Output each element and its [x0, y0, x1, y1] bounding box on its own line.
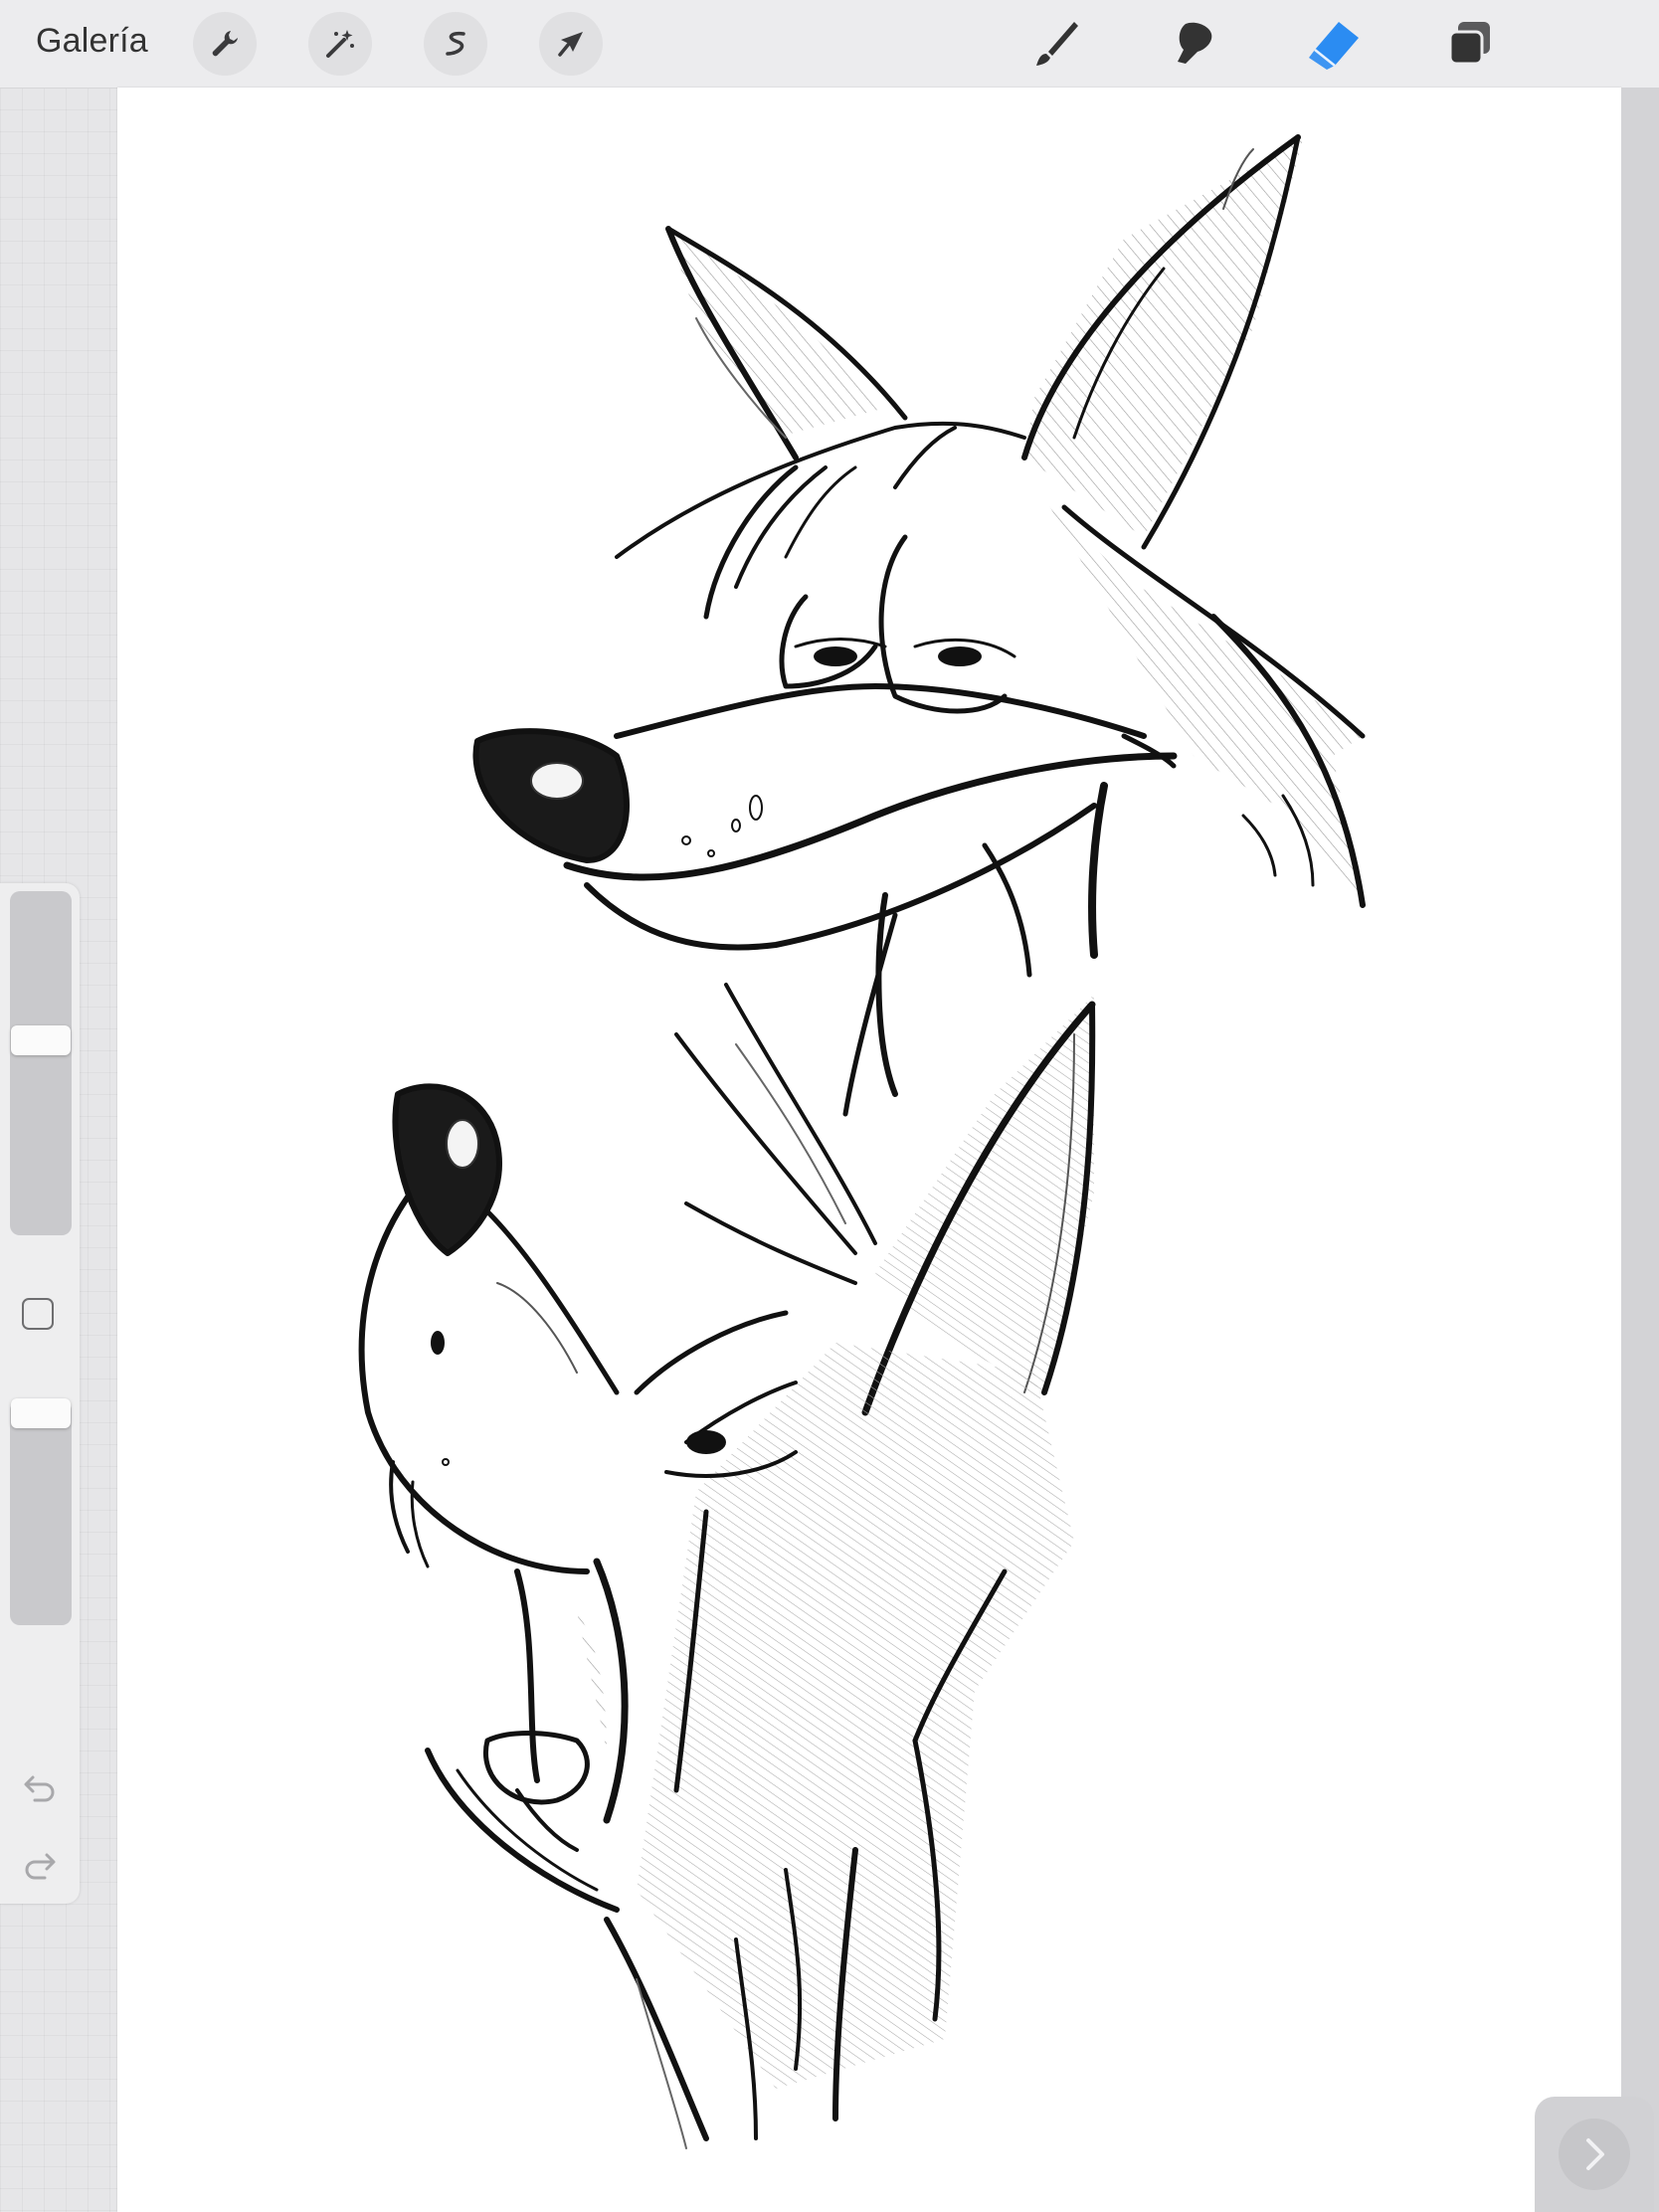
redo-icon: [25, 1853, 56, 1880]
opacity-thumb[interactable]: [11, 1398, 71, 1428]
undo-button[interactable]: [20, 1768, 60, 1808]
wrench-icon: [212, 31, 238, 57]
brush-tool-button[interactable]: [1024, 12, 1088, 76]
adjustments-button[interactable]: [308, 12, 372, 76]
selection-s-icon: [446, 31, 465, 56]
modify-button[interactable]: [22, 1298, 54, 1330]
gallery-button[interactable]: Galería: [36, 22, 148, 61]
eraser-tool-button[interactable]: [1301, 12, 1365, 76]
next-frame-button[interactable]: [1535, 2097, 1654, 2212]
canvas-right-margin: [1621, 88, 1659, 2212]
layers-icon: [1448, 22, 1490, 66]
smudge-tool-button[interactable]: [1162, 12, 1225, 76]
drawing-canvas[interactable]: [117, 88, 1621, 2212]
top-toolbar: Galería: [0, 0, 1659, 89]
brush-icon: [1036, 22, 1078, 66]
transform-button[interactable]: [539, 12, 603, 76]
smudge-icon: [1178, 22, 1212, 65]
brush-size-slider[interactable]: [10, 891, 72, 1235]
redo-button[interactable]: [20, 1846, 60, 1886]
brush-size-thumb[interactable]: [11, 1025, 71, 1055]
layers-button[interactable]: [1438, 12, 1502, 76]
opacity-slider[interactable]: [10, 1398, 72, 1625]
magic-wand-icon: [326, 30, 354, 58]
fox-sketch-artwork: [358, 134, 1366, 2149]
next-button-circle: [1559, 2119, 1630, 2190]
undo-icon: [24, 1775, 55, 1802]
actions-button[interactable]: [193, 12, 257, 76]
left-sidebar: [0, 883, 80, 1904]
eraser-icon: [1309, 22, 1359, 70]
transform-arrow-icon: [558, 32, 583, 57]
selection-button[interactable]: [424, 12, 487, 76]
chevron-right-icon: [1586, 2138, 1604, 2170]
